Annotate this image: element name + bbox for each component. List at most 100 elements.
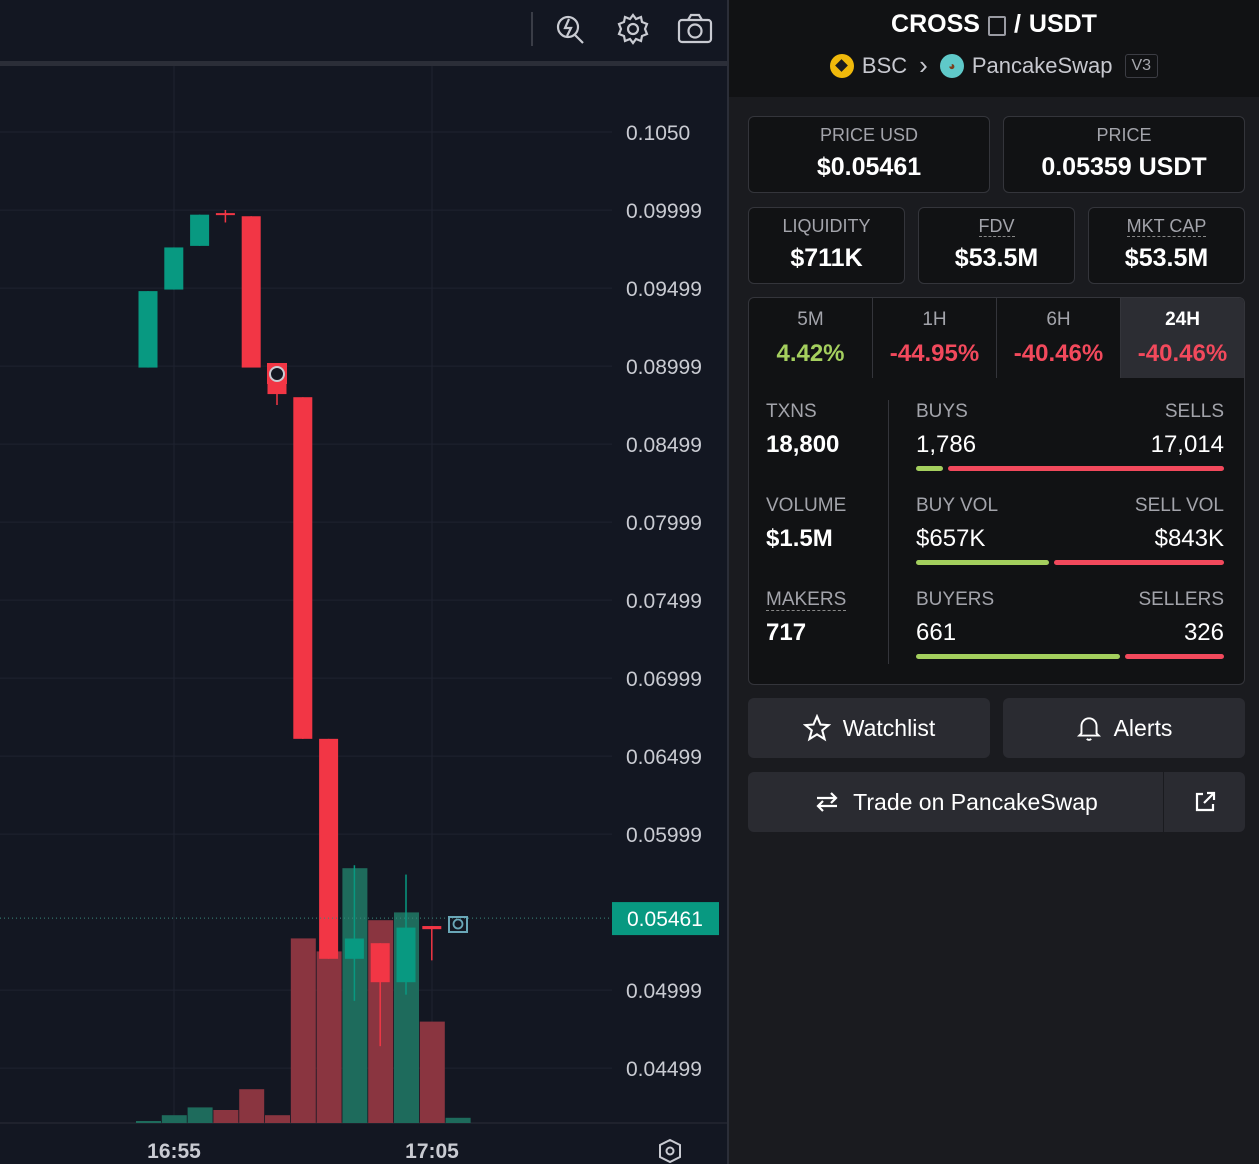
quote-token-symbol: USDT	[1028, 10, 1097, 38]
candle-body	[241, 216, 261, 368]
volume-bar	[445, 1117, 471, 1123]
volume-bar	[161, 1115, 187, 1123]
tab-5m[interactable]: 5M 4.42%	[749, 298, 873, 378]
alerts-button[interactable]: Alerts	[1003, 698, 1245, 758]
candle-body	[190, 214, 210, 246]
tab-change: 4.42%	[776, 340, 845, 367]
pair-info-panel: CROSS / USDT BSC › ◕ PancakeSwap V3 PRIC…	[729, 0, 1259, 1164]
chevron-right-icon: ›	[919, 50, 928, 80]
settings-hexagon-icon[interactable]	[659, 1138, 681, 1164]
sell-vol-value: $843K	[1154, 525, 1224, 552]
price-axis-label: 0.1050	[626, 122, 690, 145]
star-icon	[802, 714, 831, 742]
sells-ratio-bar	[947, 466, 1224, 471]
fdv-label[interactable]: FDV	[978, 216, 1015, 237]
price-axis-label: 0.04499	[626, 1058, 702, 1081]
volume-label: VOLUME	[766, 495, 847, 516]
pair-route: BSC › ◕ PancakeSwap V3	[729, 50, 1259, 81]
tab-6h[interactable]: 6H -40.46%	[997, 298, 1121, 378]
trade-stats: TXNS 18,800 BUYS 1,786 SELLS 17,014 VOLU…	[748, 378, 1245, 685]
volume-bar	[290, 938, 316, 1123]
watchlist-button[interactable]: Watchlist	[748, 698, 990, 758]
tab-label: 6H	[1046, 309, 1071, 330]
candle-body	[370, 943, 390, 983]
price-usd-label: PRICE USD	[819, 125, 918, 145]
candle-body	[422, 926, 442, 930]
time-axis-label: 16:55	[147, 1140, 201, 1163]
version-badge: V3	[1124, 53, 1159, 78]
market-cap-box[interactable]: MKT CAP $53.5M	[1088, 207, 1245, 284]
candle-body	[215, 213, 235, 216]
fdv-box[interactable]: FDV $53.5M	[918, 207, 1075, 284]
candlestick-chart[interactable]: 0.1050 0.09999 0.09499 0.08999 0.08499 0.0799…	[0, 66, 727, 1164]
volume-bar	[265, 1115, 290, 1123]
trade-button[interactable]: Trade on PancakeSwap	[748, 772, 1163, 832]
makers-value: 717	[766, 619, 807, 646]
price-usd-box: PRICE USD $0.05461	[748, 116, 990, 193]
buys-value: 1,786	[916, 431, 977, 458]
price-native-label: PRICE	[1096, 125, 1152, 145]
bell-icon	[1076, 717, 1101, 741]
tab-label: 5M	[797, 309, 824, 330]
chain-name[interactable]: BSC	[862, 53, 907, 79]
settings-gear-icon[interactable]	[614, 10, 652, 48]
volume-bar	[419, 1021, 445, 1123]
makers-label[interactable]: MAKERS	[766, 589, 847, 611]
buyers-value: 661	[916, 619, 957, 646]
market-cap-value: $53.5M	[1124, 244, 1209, 272]
pair-title: CROSS / USDT	[729, 10, 1259, 39]
tab-change: -40.46%	[1013, 340, 1104, 367]
chart-panel[interactable]: 0.1050 0.09999 0.09499 0.08999 0.08499 0.0799…	[0, 0, 727, 1164]
sells-value: 17,014	[1150, 431, 1224, 458]
alerts-label: Alerts	[1113, 714, 1173, 741]
sellers-label: SELLERS	[1138, 589, 1224, 610]
volume-value: $1.5M	[766, 525, 833, 552]
txns-value: 18,800	[766, 431, 840, 458]
toolbar-separator	[531, 12, 533, 46]
sellers-ratio-bar	[1124, 654, 1224, 659]
price-axis-label: 0.08999	[626, 356, 702, 379]
tab-change: -40.46%	[1137, 340, 1228, 367]
volume-bar	[187, 1107, 213, 1123]
external-link-button[interactable]	[1164, 772, 1245, 832]
chart-toolbar	[0, 0, 727, 62]
buy-vol-label: BUY VOL	[916, 495, 999, 516]
sell-vol-ratio-bar	[1053, 560, 1224, 565]
stats-divider	[888, 400, 889, 664]
price-axis-label: 0.09999	[626, 200, 702, 223]
indicator-search-icon[interactable]	[552, 10, 590, 48]
swap-arrows-icon	[816, 792, 838, 812]
watchlist-label: Watchlist	[842, 714, 936, 741]
price-axis-label: 0.08499	[626, 434, 702, 457]
time-axis-label: 17:05	[405, 1140, 459, 1163]
candle-body	[293, 397, 313, 739]
tab-label: 1H	[922, 309, 947, 330]
candle-body	[396, 927, 416, 983]
liquidity-label: LIQUIDITY	[782, 216, 871, 236]
price-axis-label: 0.07499	[626, 590, 702, 613]
candle-body	[344, 938, 364, 959]
tab-1h[interactable]: 1H -44.95%	[873, 298, 997, 378]
bsc-chain-icon	[829, 53, 854, 78]
price-axis-label: 0.07999	[626, 512, 702, 535]
price-axis-label: 0.06999	[626, 668, 702, 691]
price-native-value: 0.05359 USDT	[1041, 153, 1207, 181]
volume-bar	[316, 951, 342, 1123]
timeframe-tabs: 5M 4.42% 1H -44.95% 6H -40.46% 24H -40.4…	[748, 297, 1245, 379]
buy-vol-value: $657K	[916, 525, 986, 552]
camera-icon[interactable]	[676, 10, 714, 48]
buyers-ratio-bar	[916, 654, 1120, 659]
volume-bar	[136, 1121, 161, 1123]
price-axis-label: 0.04999	[626, 980, 702, 1003]
dex-name[interactable]: PancakeSwap	[972, 53, 1113, 79]
tab-label: 24H	[1165, 309, 1200, 330]
candle-body	[319, 738, 339, 959]
sells-label: SELLS	[1164, 401, 1224, 422]
market-cap-label[interactable]: MKT CAP	[1126, 216, 1207, 237]
trade-marker-current[interactable]	[448, 916, 468, 933]
liquidity-value: $711K	[790, 244, 863, 272]
tab-change: -44.95%	[889, 340, 980, 367]
trade-marker-sell[interactable]	[267, 363, 287, 384]
copy-icon[interactable]	[987, 15, 1006, 36]
tab-24h[interactable]: 24H -40.46%	[1121, 298, 1244, 378]
